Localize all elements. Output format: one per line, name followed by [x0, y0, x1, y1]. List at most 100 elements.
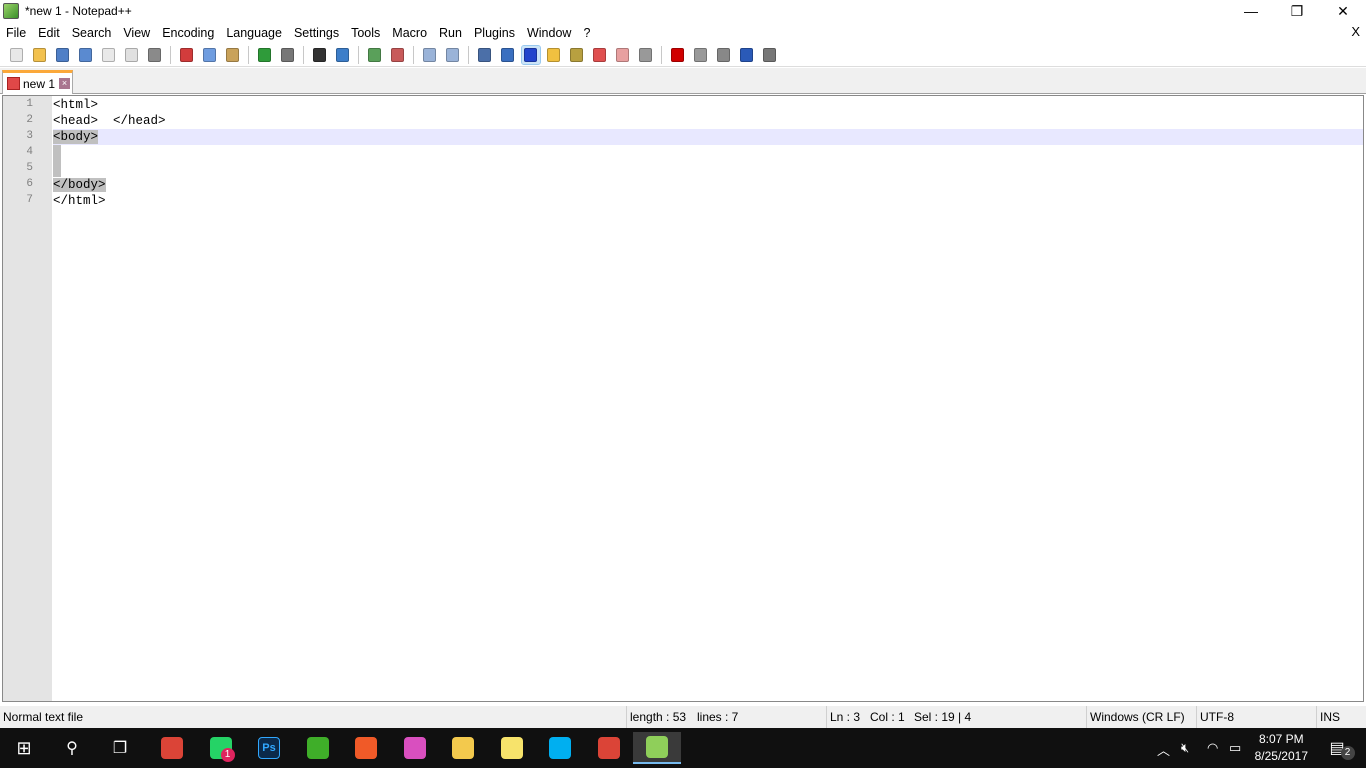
skype-app[interactable]	[536, 732, 584, 764]
cut-button[interactable]	[178, 46, 196, 64]
menu-tools[interactable]: Tools	[345, 26, 386, 40]
monitoring-icon	[639, 47, 652, 62]
windows-icon: ⊞	[16, 737, 32, 758]
show-hidden-icons-icon[interactable]: ︿	[1157, 740, 1170, 759]
camtasia-app[interactable]	[294, 732, 342, 764]
code-text: </html>	[53, 194, 106, 208]
copy-button[interactable]	[201, 46, 219, 64]
search-icon: ⚲	[66, 740, 78, 757]
folder-as-workspace-button[interactable]	[614, 46, 632, 64]
monitoring-button[interactable]	[637, 46, 655, 64]
menu-edit[interactable]: Edit	[32, 26, 66, 40]
start-button[interactable]: ⊞	[0, 732, 48, 764]
line-number: 7	[26, 194, 33, 206]
battery-icon[interactable]: ▭	[1229, 740, 1241, 756]
whatsapp-app[interactable]: 1	[197, 732, 245, 764]
menu-plugins[interactable]: Plugins	[468, 26, 521, 40]
search-button[interactable]: ⚲	[48, 732, 96, 764]
print-button[interactable]	[146, 46, 164, 64]
cursor-column: Col : 1	[870, 710, 905, 724]
replace-button[interactable]	[334, 46, 352, 64]
redo-button[interactable]	[279, 46, 297, 64]
volume-muted-icon[interactable]: 🔇︎	[1181, 740, 1189, 756]
save-macro-button[interactable]	[761, 46, 779, 64]
close-all-button[interactable]	[123, 46, 141, 64]
new-file-button[interactable]	[8, 46, 26, 64]
close-button[interactable]: ✕	[1320, 0, 1366, 22]
playback-button[interactable]	[715, 46, 733, 64]
paint-3d-icon	[403, 737, 426, 759]
menu-encoding[interactable]: Encoding	[156, 26, 220, 40]
code-line[interactable]: </html>	[53, 193, 1363, 209]
replace-icon	[336, 47, 349, 62]
code-line[interactable]: <body>	[53, 129, 1363, 145]
chrome-profile-app[interactable]	[585, 732, 633, 764]
tab-close-icon[interactable]: ×	[59, 78, 71, 89]
run-macro-multiple-button[interactable]	[738, 46, 756, 64]
menu-macro[interactable]: Macro	[386, 26, 433, 40]
save-button[interactable]	[54, 46, 72, 64]
menu-run[interactable]: Run	[433, 26, 468, 40]
find-button[interactable]	[311, 46, 329, 64]
sticky-notes-app[interactable]	[488, 732, 536, 764]
menu-language[interactable]: Language	[220, 26, 288, 40]
file-explorer-icon	[452, 737, 474, 759]
clock[interactable]: 8:07 PM 8/25/2017	[1255, 731, 1308, 765]
menu-window[interactable]: Window	[521, 26, 577, 40]
file-explorer-app[interactable]	[439, 732, 487, 764]
menu-view[interactable]: View	[117, 26, 156, 40]
task-view-icon: ❐	[112, 740, 128, 757]
chrome-app[interactable]	[148, 732, 196, 764]
new-file-icon	[10, 47, 23, 62]
menu-search[interactable]: Search	[66, 26, 118, 40]
code-line[interactable]: </body>	[53, 177, 1363, 193]
toolbar	[0, 43, 1366, 67]
camtasia-recorder-app[interactable]	[342, 732, 390, 764]
close-document-button[interactable]: X	[1351, 24, 1360, 39]
zoom-out-button[interactable]	[389, 46, 407, 64]
record-macro-button[interactable]	[669, 46, 687, 64]
notepad-plus-plus-icon	[3, 3, 19, 19]
menu-file[interactable]: File	[0, 26, 32, 40]
task-view-button[interactable]: ❐	[96, 732, 144, 764]
code-line[interactable]	[53, 161, 1363, 177]
stop-recording-button[interactable]	[692, 46, 710, 64]
document-map-button[interactable]	[568, 46, 586, 64]
sync-vertical-button[interactable]	[421, 46, 439, 64]
code-line[interactable]: <head> </head>	[53, 113, 1363, 129]
show-all-characters-button[interactable]	[499, 46, 517, 64]
udl-button[interactable]	[545, 46, 563, 64]
code-line[interactable]	[53, 145, 1363, 161]
word-wrap-button[interactable]	[476, 46, 494, 64]
code-text: </body>	[53, 178, 106, 192]
restore-button[interactable]: ❐	[1274, 0, 1320, 22]
function-list-button[interactable]	[591, 46, 609, 64]
menu-settings[interactable]: Settings	[288, 26, 345, 40]
save-all-button[interactable]	[77, 46, 95, 64]
open-file-button[interactable]	[31, 46, 49, 64]
wifi-icon[interactable]: ◠	[1207, 740, 1218, 756]
photoshop-app[interactable]: Ps	[245, 732, 293, 764]
minimize-button[interactable]: —	[1228, 0, 1274, 22]
notepad-plus-plus-app[interactable]	[633, 732, 681, 764]
code-line[interactable]: <html>	[53, 97, 1363, 113]
action-center-button[interactable]: ▤ 2	[1318, 732, 1366, 764]
zoom-in-button[interactable]	[366, 46, 384, 64]
save-macro-icon	[763, 47, 776, 62]
sync-horizontal-button[interactable]	[444, 46, 462, 64]
undo-icon	[258, 47, 271, 62]
undo-button[interactable]	[256, 46, 274, 64]
zoom-in-icon	[368, 47, 381, 62]
menu-help[interactable]: ?	[577, 26, 596, 40]
tab-new-1[interactable]: new 1 ×	[2, 70, 73, 94]
status-bar: Normal text file length : 53 lines : 7 L…	[0, 706, 1366, 728]
indent-guide-button[interactable]	[520, 44, 541, 65]
paint-3d-app[interactable]	[391, 732, 439, 764]
indent-guide-icon	[524, 47, 537, 62]
close-button[interactable]	[100, 46, 118, 64]
window-title: *new 1 - Notepad++	[25, 4, 132, 18]
editor[interactable]: 1 2 3 4 5 6 7 <html> <head> </head> <body> </body…	[2, 95, 1364, 702]
code-area[interactable]: <html> <head> </head> <body> </body> </html>	[53, 97, 1363, 209]
paste-button[interactable]	[224, 46, 242, 64]
taskbar: ⊞ ⚲ ❐ ︿ 🔇︎ ◠ ▭ 8:07 PM 8/25/2017 ▤ 2 1 Ps	[0, 728, 1366, 768]
